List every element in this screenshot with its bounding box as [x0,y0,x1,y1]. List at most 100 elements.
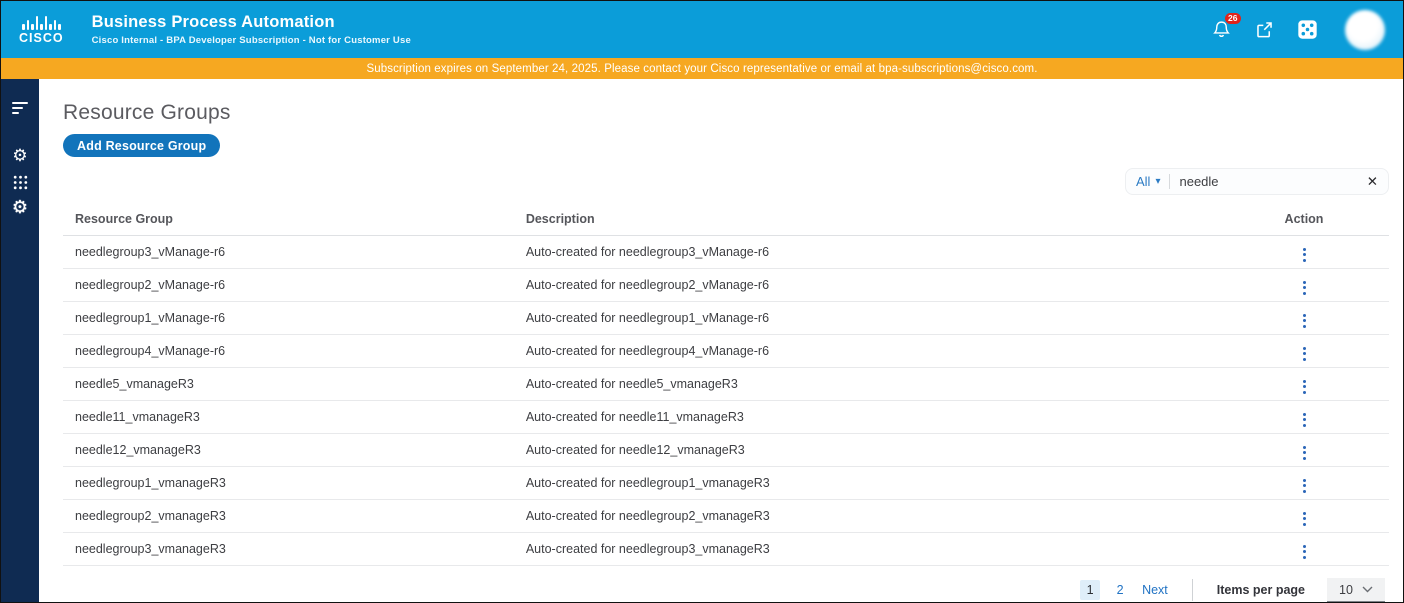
table-row: needlegroup2_vmanageR3 Auto-created for n… [63,499,1389,533]
app-subtitle: Cisco Internal - BPA Developer Subscript… [91,35,411,46]
action-cell [1219,268,1389,302]
gear-icon: ⚙ [12,145,28,166]
main-content: Resource Groups Add Resource Group All ▾… [39,79,1403,602]
row-actions-kebab-icon[interactable] [1297,542,1312,562]
column-header-description[interactable]: Description [513,203,1219,236]
caret-down-icon: ▾ [1155,176,1161,187]
cisco-logo[interactable]: CISCO [19,15,64,45]
description-cell: Auto-created for needle12_vmanageR3 [513,433,1219,467]
action-cell [1219,367,1389,401]
user-avatar[interactable] [1345,9,1385,50]
row-actions-kebab-icon[interactable] [1297,278,1312,298]
row-actions-kebab-icon[interactable] [1297,311,1312,331]
sidebar-item-automation[interactable]: ⚙ [1,195,39,221]
description-cell: Auto-created for needlegroup1_vManage-r6 [513,301,1219,335]
row-actions-kebab-icon[interactable] [1297,245,1312,265]
resource-group-name-cell: needlegroup2_vManage-r6 [63,268,514,302]
action-cell [1219,301,1389,335]
notification-badge: 26 [1224,12,1241,24]
sidebar-item-apps[interactable] [1,169,39,195]
description-cell: Auto-created for needlegroup2_vmanageR3 [513,499,1219,533]
side-navigation: ⚙ ⚙ [1,79,39,602]
app-header: CISCO Business Process Automation Cisco … [1,1,1403,58]
row-actions-kebab-icon[interactable] [1297,344,1312,364]
description-cell: Auto-created for needlegroup2_vManage-r6 [513,268,1219,302]
resource-group-name-cell: needlegroup3_vmanageR3 [63,532,514,566]
add-resource-group-button[interactable]: Add Resource Group [63,134,221,157]
table-row: needle5_vmanageR3 Auto-created for needle… [63,367,1389,401]
column-header-resource-group[interactable]: Resource Group [63,203,514,236]
resource-group-name-cell: needlegroup1_vManage-r6 [63,301,514,335]
resource-group-name-cell: needlegroup1_vmanageR3 [63,466,514,500]
subscription-banner-text: Subscription expires on September 24, 20… [366,62,1038,75]
nav-menu-toggle[interactable] [1,95,39,121]
search-scope-value: All [1136,174,1151,189]
next-page-button[interactable]: Next [1142,583,1168,597]
app-title: Business Process Automation [91,13,335,31]
subscription-banner: Subscription expires on September 24, 20… [1,58,1403,79]
page-title: Resource Groups [63,101,231,124]
action-cell [1219,499,1389,533]
automation-gear-icon: ⚙ [11,197,29,218]
search-divider [1169,174,1171,189]
action-cell [1219,433,1389,467]
items-per-page-select[interactable]: 10 [1327,578,1385,602]
pagination-divider [1191,579,1193,601]
sidebar-item-settings[interactable]: ⚙ [1,143,39,169]
description-cell: Auto-created for needle5_vmanageR3 [513,367,1219,401]
action-cell [1219,334,1389,368]
row-actions-kebab-icon[interactable] [1297,476,1312,496]
table-header-row: Resource Group Description Action [63,203,1389,236]
table-body: needlegroup3_vManage-r6 Auto-created for … [63,235,1389,566]
table-row: needle11_vmanageR3 Auto-created for needl… [63,400,1389,434]
cisco-logo-text: CISCO [19,30,64,45]
table-row: needlegroup1_vManage-r6 Auto-created for … [63,301,1389,335]
resource-group-name-cell: needle11_vmanageR3 [63,400,514,434]
resource-group-name-cell: needlegroup2_vmanageR3 [63,499,514,533]
external-link-icon [1256,22,1272,38]
description-cell: Auto-created for needlegroup1_vmanageR3 [513,466,1219,500]
table-row: needlegroup2_vManage-r6 Auto-created for … [63,268,1389,302]
action-cell [1219,532,1389,566]
action-cell [1219,235,1389,269]
apps-launcher-button[interactable] [1296,19,1318,41]
row-actions-kebab-icon[interactable] [1297,443,1312,463]
hamburger-menu-icon [12,102,28,114]
table-row: needlegroup3_vManage-r6 Auto-created for … [63,235,1389,269]
table-row: needlegroup1_vmanageR3 Auto-created for n… [63,466,1389,500]
table-search-box: All ▾ ✕ [1125,168,1389,195]
row-actions-kebab-icon[interactable] [1297,410,1312,430]
resource-group-name-cell: needlegroup4_vManage-r6 [63,334,514,368]
table-row: needlegroup3_vmanageR3 Auto-created for n… [63,532,1389,566]
clear-search-icon[interactable]: ✕ [1361,174,1378,190]
action-cell [1219,400,1389,434]
description-cell: Auto-created for needlegroup3_vmanageR3 [513,532,1219,566]
resource-group-name-cell: needle12_vmanageR3 [63,433,514,467]
cisco-logo-bars-icon [22,15,61,30]
notifications-button[interactable]: 26 [1210,12,1241,41]
search-scope-dropdown[interactable]: All ▾ [1136,174,1160,189]
row-actions-kebab-icon[interactable] [1297,377,1312,397]
open-external-button[interactable] [1253,19,1275,41]
pagination: 1 2 Next Items per page 10 [63,578,1389,602]
description-cell: Auto-created for needle11_vmanageR3 [513,400,1219,434]
bpa-app-window: CISCO Business Process Automation Cisco … [0,0,1404,603]
items-per-page-label: Items per page [1216,583,1305,597]
grid-dots-icon [13,175,27,189]
chevron-down-icon [1362,586,1373,593]
row-actions-kebab-icon[interactable] [1297,509,1312,529]
table-row: needlegroup4_vManage-r6 Auto-created for … [63,334,1389,368]
table-row: needle12_vmanageR3 Auto-created for needl… [63,433,1389,467]
action-cell [1219,466,1389,500]
column-header-action: Action [1219,203,1389,236]
app-grid-icon [1297,20,1317,39]
description-cell: Auto-created for needlegroup4_vManage-r6 [513,334,1219,368]
page-button-1[interactable]: 1 [1080,580,1101,600]
items-per-page-value: 10 [1339,582,1353,597]
page-button-2[interactable]: 2 [1110,580,1130,600]
resource-group-name-cell: needlegroup3_vManage-r6 [63,235,514,269]
description-cell: Auto-created for needlegroup3_vManage-r6 [513,235,1219,269]
search-input[interactable] [1179,174,1361,189]
resource-groups-table: Resource Group Description Action needle… [63,203,1389,566]
resource-group-name-cell: needle5_vmanageR3 [63,367,514,401]
